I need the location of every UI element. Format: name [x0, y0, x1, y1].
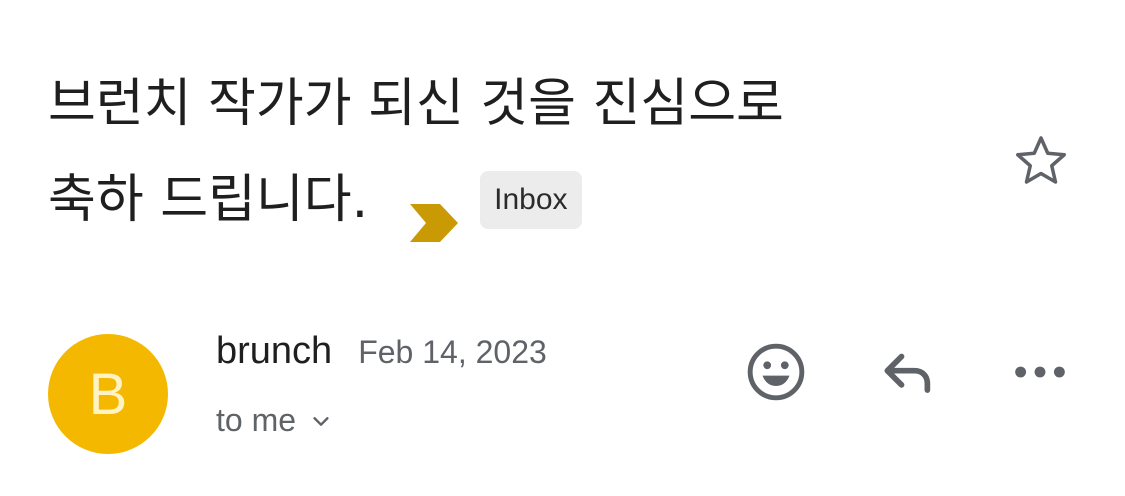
star-outline-icon: [1016, 136, 1066, 184]
reply-icon: [884, 353, 931, 393]
email-subject: 브런치 작가가 되신 것을 진심으로 축하 드립니다. Inbox: [48, 56, 948, 248]
sender-avatar[interactable]: B: [48, 334, 168, 454]
sender-name[interactable]: brunch: [216, 330, 332, 373]
chevron-down-icon: [313, 416, 329, 426]
reply-button[interactable]: [876, 340, 940, 404]
sender-row: brunch Feb 14, 2023: [216, 330, 547, 373]
importance-marker-icon[interactable]: [408, 179, 460, 242]
star-button[interactable]: [1010, 130, 1072, 192]
more-horizontal-icon: [1015, 366, 1065, 378]
sent-date: Feb 14, 2023: [358, 334, 547, 370]
recipient-label: to me: [216, 402, 297, 438]
subject-line-1: 브런치 작가가 되신 것을 진심으로: [48, 74, 784, 134]
emoji-icon: [747, 343, 805, 401]
avatar-initial: B: [88, 361, 128, 427]
more-options-button[interactable]: [1008, 340, 1072, 404]
recipient-details-toggle[interactable]: to me: [216, 402, 332, 439]
add-reaction-button[interactable]: [744, 340, 808, 404]
subject-line-2: 축하 드립니다.: [48, 170, 369, 230]
inbox-label-chip[interactable]: Inbox: [480, 171, 582, 229]
